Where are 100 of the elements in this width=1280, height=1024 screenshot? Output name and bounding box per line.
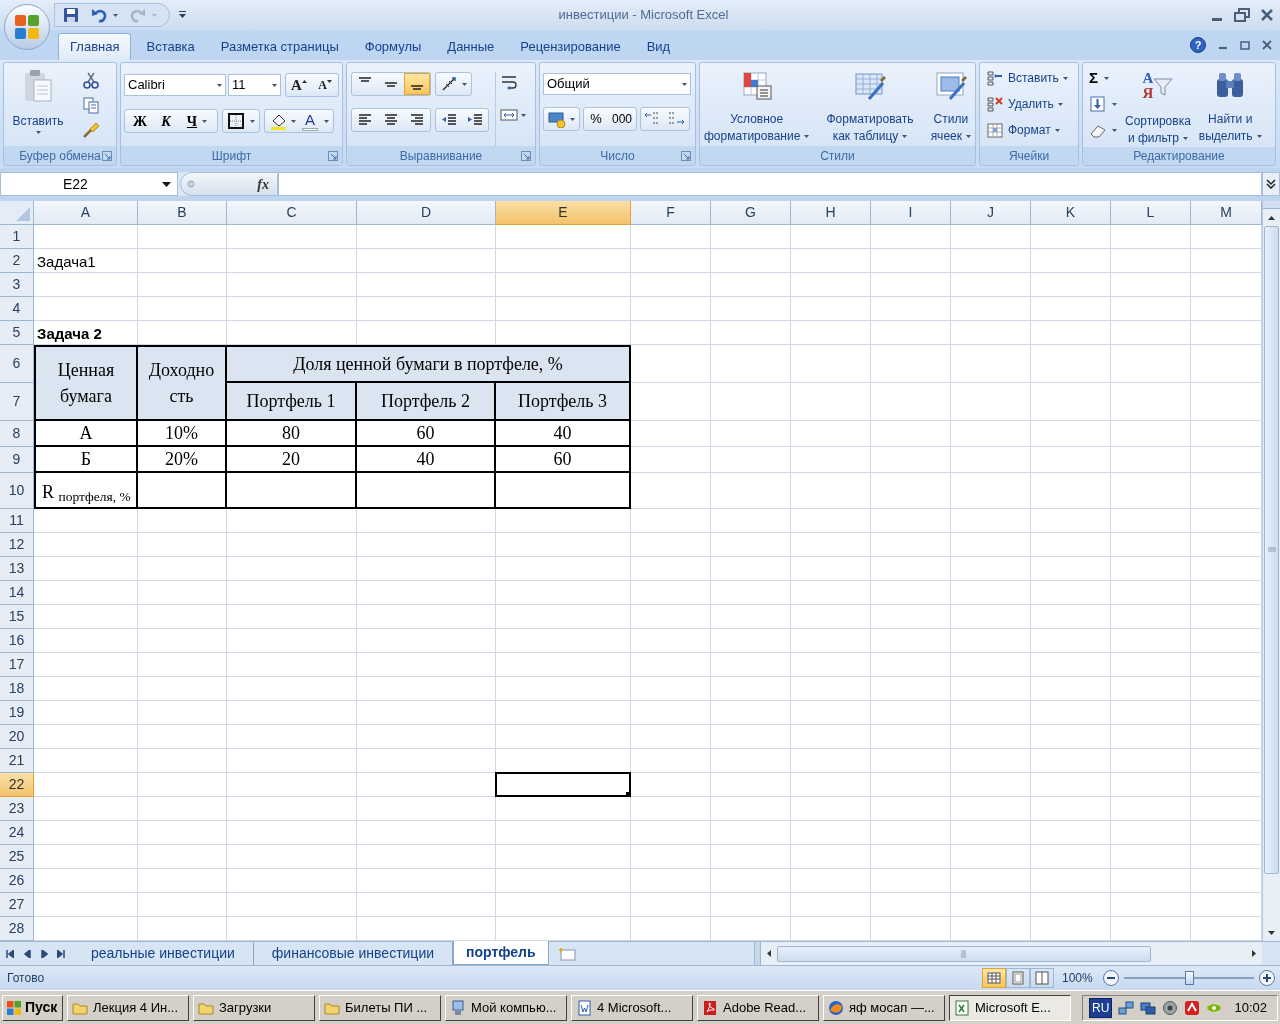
taskbar-button[interactable]: Загрузки <box>193 994 315 1021</box>
speaker-icon[interactable] <box>1162 999 1179 1016</box>
row-header[interactable]: 1 <box>0 225 34 249</box>
row-header[interactable]: 21 <box>0 749 34 773</box>
styles-button[interactable]: Форматировать как таблицу <box>826 63 914 146</box>
caret-icon[interactable] <box>1183 137 1188 141</box>
caret-icon[interactable] <box>1256 135 1262 139</box>
taskbar-button[interactable]: яф мосап —... <box>823 994 945 1021</box>
view-button[interactable] <box>982 968 1006 988</box>
caret-icon[interactable] <box>291 119 296 123</box>
row-header[interactable]: 6 <box>0 345 34 383</box>
taskbar-button[interactable]: Adobe Read... <box>697 994 819 1021</box>
row-header[interactable]: 8 <box>0 421 34 447</box>
column-header[interactable]: K <box>1031 201 1111 225</box>
cells-button[interactable]: Формат <box>986 119 1072 141</box>
caret-icon[interactable] <box>966 135 971 139</box>
thousands-button[interactable]: 000 <box>608 108 636 130</box>
font-name-dropdown[interactable]: Calibri <box>124 74 226 96</box>
customize-toolbar-icon[interactable] <box>178 11 187 19</box>
ribbon-tab[interactable]: Данные <box>436 33 506 60</box>
column-header[interactable]: E <box>496 201 631 225</box>
ribbon-tab[interactable]: Вид <box>635 33 682 60</box>
scissors-icon[interactable] <box>82 71 100 89</box>
find-select-button[interactable]: Найти и выделить <box>1198 63 1262 147</box>
row-header[interactable]: 27 <box>0 893 34 917</box>
copy-icon[interactable] <box>82 96 100 114</box>
zoom-slider[interactable] <box>1124 971 1254 985</box>
borders-icon[interactable] <box>227 112 245 130</box>
column-header[interactable]: I <box>871 201 951 225</box>
number-format-dropdown[interactable]: Общий <box>543 73 691 95</box>
row-header[interactable]: 25 <box>0 845 34 869</box>
scrollbar-thumb[interactable] <box>777 945 1151 962</box>
dialog-launcher-icon[interactable] <box>328 150 338 161</box>
column-header[interactable]: B <box>138 201 227 225</box>
row-header[interactable]: 28 <box>0 917 34 941</box>
row-header[interactable]: 7 <box>0 383 34 421</box>
row-header[interactable]: 4 <box>0 297 34 321</box>
column-header[interactable]: A <box>34 201 138 225</box>
styles-button[interactable]: Условное форматирование <box>704 63 810 146</box>
fill-bucket-icon[interactable] <box>269 112 287 130</box>
ribbon-tab[interactable]: Рецензирование <box>509 33 632 60</box>
row-header[interactable]: 18 <box>0 677 34 701</box>
scrollbar-thumb[interactable] <box>1264 226 1279 874</box>
caret-icon[interactable] <box>902 135 908 139</box>
column-header[interactable]: G <box>711 201 791 225</box>
font-color-button[interactable]: A <box>300 110 320 132</box>
styles-button[interactable]: Стили ячеек <box>930 63 971 146</box>
merge-cells-icon[interactable] <box>500 106 518 124</box>
row-header[interactable]: 24 <box>0 821 34 845</box>
caret-icon[interactable] <box>1057 102 1063 106</box>
taskbar-button[interactable]: Мой компью... <box>445 994 567 1021</box>
row-header[interactable]: 26 <box>0 869 34 893</box>
restore-icon[interactable] <box>1240 40 1250 50</box>
start-button[interactable]: Пуск <box>2 994 63 1021</box>
wrap-text-icon[interactable] <box>500 74 518 92</box>
caret-icon[interactable] <box>462 82 467 86</box>
restore-icon[interactable] <box>1234 8 1250 22</box>
caret-icon[interactable] <box>272 83 277 87</box>
row-header[interactable]: 14 <box>0 581 34 605</box>
previous-sheet-icon[interactable] <box>23 949 31 958</box>
slider-thumb[interactable] <box>1185 971 1194 985</box>
dialog-launcher-icon[interactable] <box>681 150 691 161</box>
taskbar-button[interactable]: Microsoft E... <box>949 994 1071 1021</box>
row-header[interactable]: 19 <box>0 701 34 725</box>
language-indicator[interactable]: RU <box>1089 997 1113 1018</box>
caret-icon[interactable] <box>804 135 810 139</box>
zoom-in-icon[interactable] <box>1258 969 1276 987</box>
row-header[interactable]: 17 <box>0 653 34 677</box>
row-header[interactable]: 3 <box>0 273 34 297</box>
paste-button[interactable]: Вставить <box>8 69 68 146</box>
underline-button[interactable]: Ч <box>179 110 215 132</box>
selected-cell[interactable] <box>495 772 631 797</box>
close-icon[interactable] <box>1262 40 1272 50</box>
dialog-launcher-icon[interactable] <box>102 150 112 161</box>
caret-icon[interactable] <box>1054 128 1060 132</box>
last-sheet-icon[interactable] <box>57 949 65 958</box>
brush-icon[interactable] <box>82 121 100 139</box>
row-header[interactable]: 12 <box>0 533 34 557</box>
slanted-text-icon[interactable] <box>440 75 458 93</box>
row-header[interactable]: 11 <box>0 509 34 533</box>
vertical-align-button[interactable] <box>404 73 430 95</box>
view-button[interactable] <box>1030 968 1054 988</box>
cells-button[interactable]: Удалить <box>986 93 1072 115</box>
shield-icon[interactable] <box>1184 999 1201 1016</box>
save-icon[interactable] <box>63 7 79 23</box>
taskbar-button[interactable]: 4 Microsoft... <box>571 994 693 1021</box>
grow-font-button[interactable]: A <box>286 74 312 96</box>
caret-icon[interactable] <box>1104 76 1109 80</box>
row-header[interactable]: 22 <box>0 773 34 797</box>
caret-icon[interactable] <box>1112 102 1117 106</box>
column-header[interactable]: F <box>631 201 711 225</box>
row-header[interactable]: 10 <box>0 473 34 509</box>
column-header[interactable]: D <box>357 201 496 225</box>
caret-icon[interactable] <box>162 181 171 187</box>
sort-filter-button[interactable]: А Я Сортировка и фильтр <box>1125 63 1191 147</box>
ribbon-tab[interactable]: Формулы <box>353 33 433 60</box>
caret-icon[interactable] <box>35 131 41 134</box>
caret-icon[interactable] <box>202 119 208 123</box>
caret-icon[interactable] <box>250 119 255 123</box>
caret-icon[interactable] <box>1112 128 1117 132</box>
